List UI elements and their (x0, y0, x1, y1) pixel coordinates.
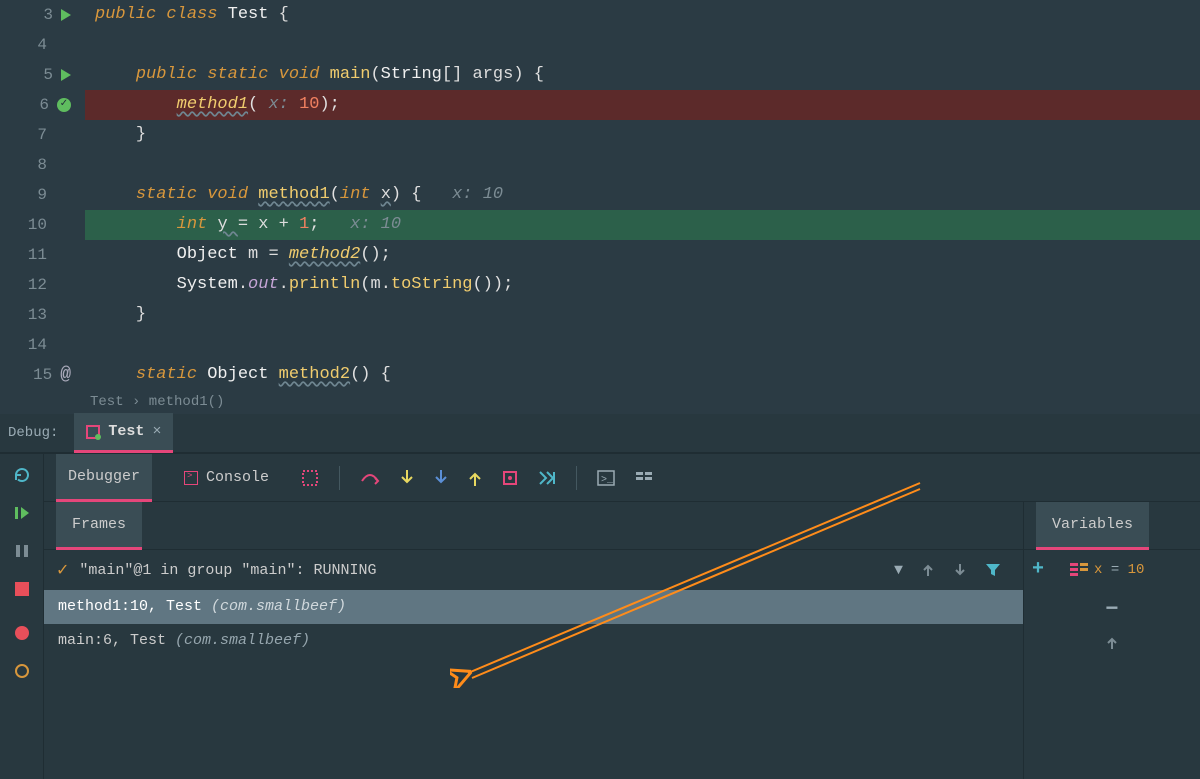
resume-icon[interactable] (13, 504, 31, 522)
gutter-row[interactable]: 11 (0, 240, 77, 270)
code-line[interactable] (85, 150, 1200, 180)
run-gutter-icon[interactable] (61, 69, 71, 81)
pause-icon[interactable] (13, 542, 31, 560)
gutter-row[interactable]: 3 (0, 0, 77, 30)
line-number: 7 (27, 120, 47, 150)
line-number: 10 (27, 210, 47, 240)
step-into-icon[interactable] (400, 469, 414, 487)
variable-name: x (1094, 562, 1102, 578)
code-content[interactable]: public class Test { public static void m… (85, 0, 1200, 390)
remove-icon[interactable]: − (1105, 597, 1118, 622)
line-number: 15 (32, 360, 52, 390)
gutter: 3456✓789101112131415@ (0, 0, 85, 390)
tab-debugger[interactable]: Debugger (56, 454, 152, 502)
divider (576, 466, 577, 490)
gutter-row[interactable]: 12 (0, 270, 77, 300)
frames-tab[interactable]: Frames (56, 502, 142, 550)
tab-debugger-label: Debugger (68, 468, 140, 485)
debug-header: Debug: Test × (0, 414, 1200, 454)
code-line[interactable]: int y = x + 1; x: 10 (85, 210, 1200, 240)
variables-tab[interactable]: Variables (1036, 502, 1149, 550)
rerun-icon[interactable] (13, 466, 31, 484)
prev-frame-icon[interactable] (921, 563, 935, 577)
evaluate-expression-icon[interactable]: >_ (597, 470, 615, 486)
show-execution-point-icon[interactable] (301, 469, 319, 487)
stop-icon[interactable] (13, 580, 31, 598)
check-icon: ✓ (56, 560, 69, 580)
line-number: 13 (27, 300, 47, 330)
code-line[interactable]: static Object method2() { (85, 360, 1200, 390)
thread-selector[interactable]: ✓ "main"@1 in group "main": RUNNING ▼ (44, 550, 1023, 590)
app-icon (86, 425, 100, 439)
close-icon[interactable]: × (152, 423, 161, 440)
gutter-row[interactable]: 9 (0, 180, 77, 210)
code-line[interactable]: Object m = method2(); (85, 240, 1200, 270)
stack-frame[interactable]: main:6, Test (com.smallbeef) (44, 624, 1023, 658)
line-number: 3 (33, 0, 53, 30)
code-line[interactable]: } (85, 120, 1200, 150)
debug-left-toolbar (0, 454, 44, 779)
gutter-row[interactable]: 10 (0, 210, 77, 240)
console-icon (184, 471, 198, 485)
code-line[interactable] (85, 30, 1200, 60)
var-filter-icon[interactable] (1070, 563, 1088, 577)
tab-console-label: Console (206, 469, 269, 486)
debug-panel: Debug: Test × (0, 414, 1200, 779)
force-step-into-icon[interactable] (434, 469, 448, 487)
dropdown-icon[interactable]: ▼ (894, 562, 903, 579)
view-breakpoints-icon[interactable] (13, 624, 31, 642)
svg-text:>_: >_ (601, 475, 614, 486)
gutter-row[interactable]: 15 @ (0, 360, 77, 390)
gutter-row[interactable]: 14 (0, 330, 77, 360)
frames-list: method1:10, Test (com.smallbeef)main:6, … (44, 590, 1023, 658)
code-editor[interactable]: 3456✓789101112131415@ public class Test … (0, 0, 1200, 390)
code-line[interactable]: static void method1(int x) { x: 10 (85, 180, 1200, 210)
debug-tabs-row: Debugger Console >_ (44, 454, 1200, 502)
gutter-row[interactable]: 8 (0, 150, 77, 180)
step-out-icon[interactable] (468, 469, 482, 487)
variable-value: 10 (1128, 562, 1145, 578)
breadcrumb[interactable]: Test › method1() (0, 390, 1200, 414)
gutter-row[interactable]: 7 (0, 120, 77, 150)
code-line[interactable] (85, 330, 1200, 360)
line-number: 14 (27, 330, 47, 360)
line-number: 4 (27, 30, 47, 60)
breakpoint-check-icon[interactable]: ✓ (57, 98, 71, 112)
divider (339, 466, 340, 490)
line-number: 8 (27, 150, 47, 180)
line-number: 5 (33, 60, 53, 90)
tab-console[interactable]: Console (172, 454, 281, 502)
stack-frame[interactable]: method1:10, Test (com.smallbeef) (44, 590, 1023, 624)
code-line[interactable]: System.out.println(m.toString()); (85, 270, 1200, 300)
line-number: 6 (29, 90, 49, 120)
run-to-cursor-icon[interactable] (538, 470, 556, 486)
move-up-icon[interactable] (1105, 636, 1119, 650)
gutter-row[interactable]: 4 (0, 30, 77, 60)
gutter-row[interactable]: 5 (0, 60, 77, 90)
code-line[interactable]: public class Test { (85, 0, 1200, 30)
drop-frame-icon[interactable] (502, 470, 518, 486)
thread-status: "main"@1 in group "main": RUNNING (79, 562, 376, 579)
next-frame-icon[interactable] (953, 563, 967, 577)
gutter-row[interactable]: 6✓ (0, 90, 77, 120)
debug-label: Debug: (8, 425, 68, 441)
filter-icon[interactable] (985, 562, 1001, 578)
mute-breakpoints-icon[interactable] (13, 662, 31, 680)
line-number: 9 (27, 180, 47, 210)
step-over-icon[interactable] (360, 469, 380, 487)
add-watch-icon[interactable]: + (1032, 558, 1044, 581)
annotation-icon: @ (60, 360, 71, 390)
code-line[interactable]: method1( x: 10); (85, 90, 1200, 120)
line-number: 12 (27, 270, 47, 300)
trace-icon[interactable] (635, 470, 653, 486)
run-gutter-icon[interactable] (61, 9, 71, 21)
gutter-row[interactable]: 13 (0, 300, 77, 330)
debug-tab-title: Test (108, 423, 144, 440)
code-line[interactable]: } (85, 300, 1200, 330)
debug-run-tab[interactable]: Test × (74, 413, 173, 453)
line-number: 11 (27, 240, 47, 270)
code-line[interactable]: public static void main(String[] args) { (85, 60, 1200, 90)
variable-entry[interactable]: x = 10 (1094, 562, 1144, 578)
